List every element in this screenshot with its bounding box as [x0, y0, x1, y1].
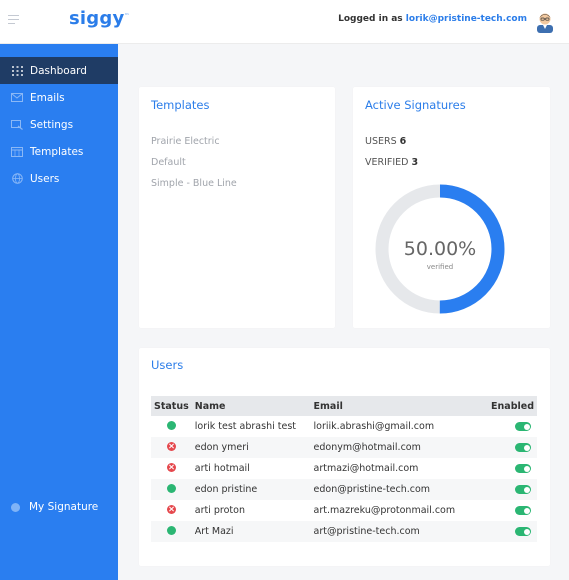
users-stat-label: USERS — [365, 136, 397, 147]
verified-stat-value: 3 — [411, 157, 419, 168]
my-signature-link[interactable]: My Signature — [11, 501, 98, 513]
status-ok-icon — [166, 525, 176, 535]
user-name: arti proton — [194, 505, 245, 516]
templates-title: Templates — [151, 98, 210, 112]
column-header-enabled[interactable]: Enabled — [480, 396, 537, 416]
sidebar-item-label: Emails — [30, 91, 65, 104]
enabled-cell — [480, 416, 537, 437]
status-error-icon — [166, 462, 176, 472]
sidebar-item-users[interactable]: Users — [0, 165, 118, 192]
status-cell — [151, 458, 192, 479]
status-cell — [151, 500, 192, 521]
users-card: Users Status Name Email Enabled lorik te… — [139, 348, 550, 566]
envelope-icon — [11, 93, 23, 103]
user-email: art@pristine-tech.com — [310, 521, 481, 542]
sidebar-item-label: Users — [30, 172, 60, 185]
user-email: art.mazreku@protonmail.com — [313, 505, 456, 516]
user-name: edon pristine — [191, 479, 311, 500]
sidebar-item-templates[interactable]: Templates — [0, 138, 118, 165]
sidebar-item-label: Templates — [30, 145, 84, 158]
users-stat-value: 6 — [399, 136, 407, 147]
enabled-toggle[interactable] — [515, 506, 531, 515]
user-name: arti hotmail — [194, 463, 250, 474]
enabled-cell — [480, 479, 537, 500]
top-header: siggy™ Logged in as lorik@pristine-tech.… — [0, 0, 569, 44]
sidebar-item-label: Settings — [30, 118, 74, 131]
column-header-name[interactable]: Name — [191, 396, 311, 416]
column-header-status[interactable]: Status — [151, 396, 192, 416]
status-ok-icon — [166, 420, 176, 430]
status-error-icon — [166, 504, 176, 514]
template-item[interactable]: Default — [151, 157, 186, 168]
user-name: lorik test abrashi test — [194, 421, 296, 432]
sidebar-item-emails[interactable]: Emails — [0, 84, 118, 111]
sidebar-item-label: Dashboard — [30, 64, 87, 77]
settings-icon — [11, 119, 23, 130]
enabled-toggle[interactable] — [515, 527, 531, 536]
trademark-mark: ™ — [124, 13, 130, 19]
sidebar-item-dashboard[interactable]: Dashboard — [0, 57, 118, 84]
brand-logo[interactable]: siggy™ — [69, 8, 130, 29]
progress-caption: verified — [427, 263, 453, 271]
enabled-cell — [480, 521, 537, 542]
grid-icon — [11, 65, 23, 76]
brand-name: siggy — [69, 8, 125, 29]
login-email-link[interactable]: lorik@pristine-tech.com — [406, 14, 527, 24]
users-table-body: lorik test abrashi test loriik.abrashi@gm… — [151, 416, 537, 542]
table-row[interactable]: lorik test abrashi test loriik.abrashi@gm… — [151, 416, 537, 437]
user-email: artmazi@hotmail.com — [313, 463, 419, 474]
table-header-row: Status Name Email Enabled — [151, 396, 537, 416]
templates-card: Templates Prairie Electric Default Simpl… — [139, 87, 335, 328]
status-error-icon — [166, 441, 176, 451]
table-row[interactable]: arti hotmail artmazi@hotmail.com — [151, 458, 537, 479]
verified-stat: VERIFIED 3 — [365, 157, 418, 168]
enabled-toggle[interactable] — [515, 443, 531, 452]
enabled-toggle[interactable] — [515, 485, 531, 494]
status-cell — [151, 479, 192, 500]
status-ok-icon — [166, 483, 176, 493]
login-prefix: Logged in as — [338, 14, 406, 24]
calendar-icon — [11, 146, 23, 157]
progress-percent: 50.00% — [404, 238, 476, 260]
enabled-cell — [480, 500, 537, 521]
hamburger-menu-icon[interactable] — [8, 15, 19, 25]
user-email: edon@pristine-tech.com — [310, 479, 481, 500]
user-email: edonym@hotmail.com — [310, 437, 481, 458]
table-row[interactable]: edon ymeri edonym@hotmail.com — [151, 437, 537, 458]
enabled-cell — [480, 458, 537, 479]
table-row[interactable]: Art Mazi art@pristine-tech.com — [151, 521, 537, 542]
enabled-toggle[interactable] — [515, 422, 531, 431]
users-table: Status Name Email Enabled lorik test abr… — [151, 396, 537, 542]
users-title: Users — [151, 358, 184, 372]
my-signature-label: My Signature — [29, 501, 99, 513]
column-header-email[interactable]: Email — [310, 396, 481, 416]
table-row[interactable]: arti proton art.mazreku@protonmail.com — [151, 500, 537, 521]
active-signatures-card: Active Signatures USERS 6 VERIFIED 3 50.… — [353, 87, 550, 328]
login-status: Logged in as lorik@pristine-tech.com — [338, 14, 527, 24]
active-signatures-title: Active Signatures — [365, 98, 466, 112]
enabled-cell — [480, 437, 537, 458]
user-avatar-icon[interactable] — [535, 11, 555, 33]
table-row[interactable]: edon pristine edon@pristine-tech.com — [151, 479, 537, 500]
template-item[interactable]: Prairie Electric — [151, 136, 220, 147]
user-name: Art Mazi — [191, 521, 311, 542]
globe-icon — [11, 173, 23, 184]
enabled-toggle[interactable] — [515, 464, 531, 473]
status-cell — [151, 437, 192, 458]
status-cell — [151, 521, 192, 542]
verified-stat-label: VERIFIED — [365, 157, 409, 168]
user-email: loriik.abrashi@gmail.com — [313, 421, 435, 432]
status-cell — [151, 416, 192, 437]
template-item[interactable]: Simple - Blue Line — [151, 178, 237, 189]
users-stat: USERS 6 — [365, 136, 406, 147]
sidebar-item-settings[interactable]: Settings — [0, 111, 118, 138]
sidebar: Dashboard Emails Settings Templates User… — [0, 44, 118, 580]
signature-dot-icon — [11, 502, 20, 512]
user-name: edon ymeri — [191, 437, 311, 458]
verified-progress-ring: 50.00% verified — [375, 184, 505, 314]
